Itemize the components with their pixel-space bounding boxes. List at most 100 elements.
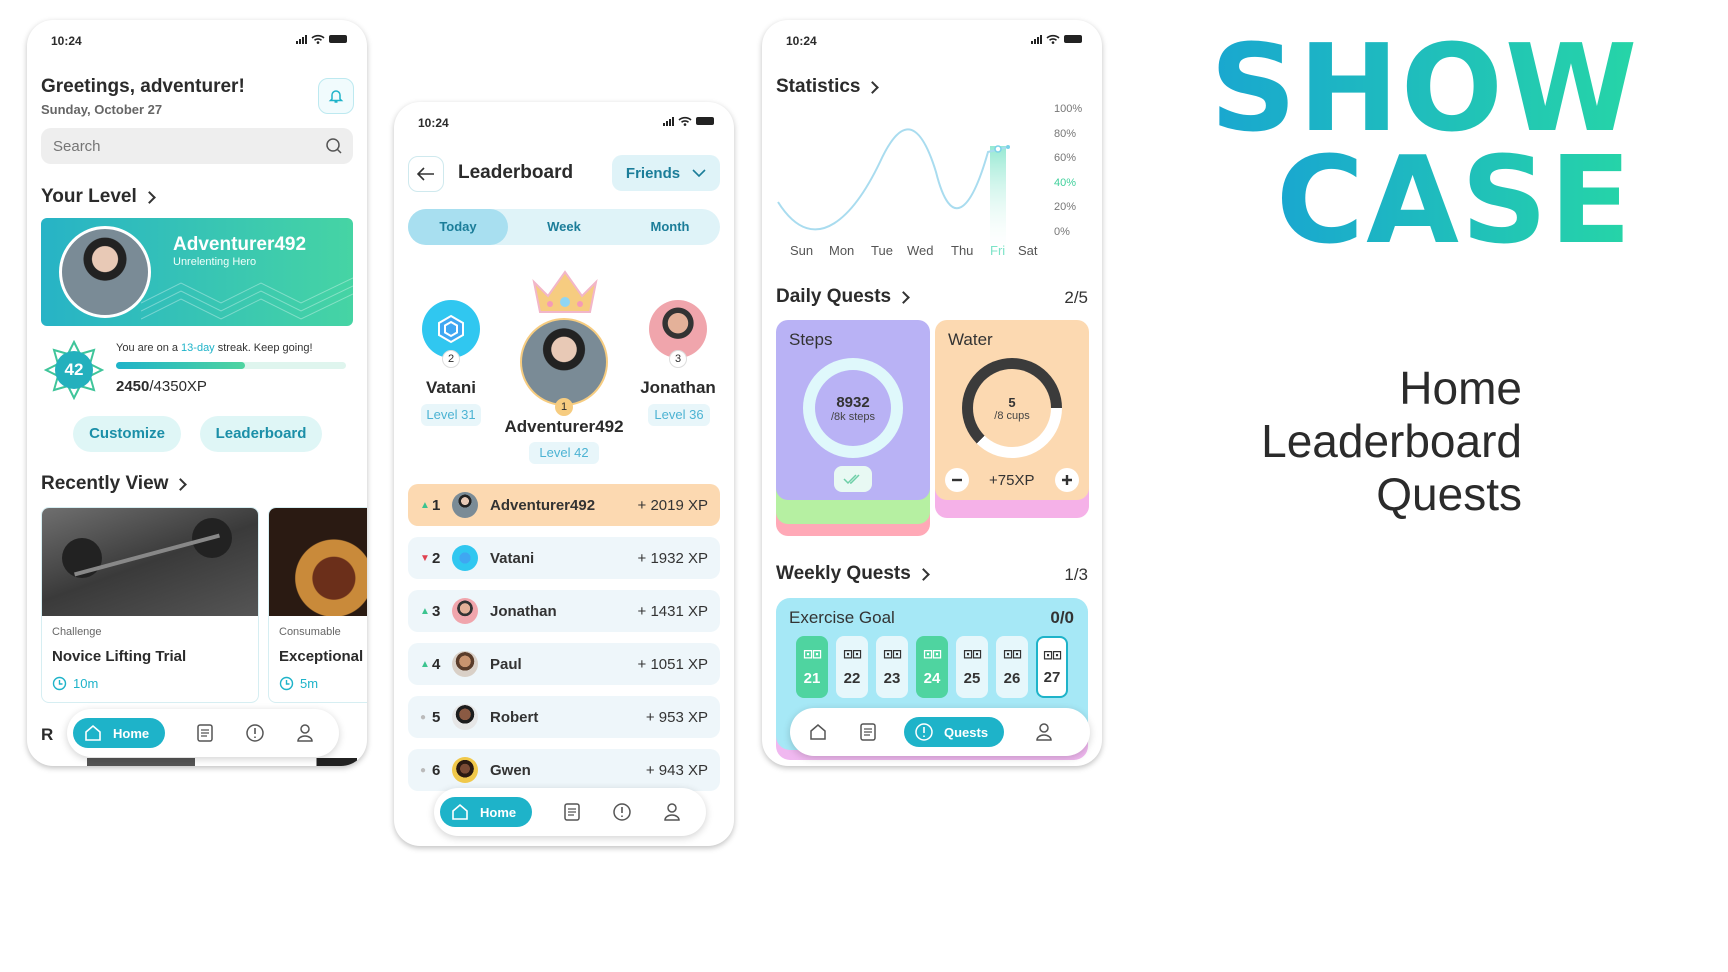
recent-card[interactable]: Consumable Exceptional 5m: [268, 507, 367, 703]
row-rank: 1: [432, 496, 441, 514]
page-title: Leaderboard: [458, 162, 574, 183]
podium-first[interactable]: 1 Adventurer492 Level 42: [500, 266, 628, 466]
day-cell-today[interactable]: ⊡⊡ 27: [1036, 636, 1068, 698]
nav-alerts-tab[interactable]: [608, 798, 636, 826]
search-bar[interactable]: [41, 128, 353, 164]
back-button[interactable]: [408, 156, 444, 192]
statistics-chart: 100% 80% 60% 40% 20% 0% Sun Mon Tue Wed …: [777, 103, 1082, 258]
bottom-nav: Home: [67, 709, 339, 757]
recent-card[interactable]: Challenge Novice Lifting Trial 10m: [41, 507, 259, 703]
day-cell[interactable]: ⊡⊡ 26: [996, 636, 1028, 698]
row-avatar: [452, 598, 478, 624]
daily-quests-count: 2/5: [1064, 288, 1088, 307]
tab-week[interactable]: Week: [508, 209, 620, 245]
level-card[interactable]: Adventurer492 Unrelenting Hero: [41, 218, 353, 326]
day-cell[interactable]: ⊡⊡ 22: [836, 636, 868, 698]
row-avatar: [452, 545, 478, 571]
steps-complete-button[interactable]: [834, 466, 872, 492]
podium-second[interactable]: 2 Vatani Level 31: [408, 300, 494, 430]
streak-days: 13-day: [181, 342, 215, 354]
podium-name: Vatani: [425, 378, 477, 397]
nav-alerts-tab[interactable]: [241, 719, 269, 747]
day-number: 21: [803, 670, 821, 688]
weekly-quests-header[interactable]: Weekly Quests: [776, 563, 930, 585]
row-avatar: [452, 651, 478, 677]
row-rank: 4: [432, 655, 441, 673]
row-xp: + 2019 XP: [637, 496, 708, 514]
nav-profile-tab[interactable]: [658, 798, 686, 826]
minus-icon: [952, 478, 962, 482]
nav-home-tab[interactable]: Home: [73, 718, 166, 748]
x-tick: Mon: [829, 243, 854, 258]
clock-icon: [52, 676, 67, 691]
journal-icon: [564, 803, 580, 821]
dumbbell-icon: ⊡⊡: [962, 646, 982, 661]
battery-icon: [696, 117, 714, 125]
chevron-right-icon: [142, 191, 156, 205]
xp-total: /4350XP: [149, 378, 207, 395]
system-icons: [1031, 34, 1082, 44]
friends-dropdown[interactable]: Friends: [612, 155, 720, 191]
leaderboard-row[interactable]: ▼ 2 Vatani + 1932 XP: [408, 537, 720, 579]
card-title: Exceptional: [279, 648, 364, 665]
day-cell-done[interactable]: ⊡⊡ 21: [796, 636, 828, 698]
statistics-header[interactable]: Statistics: [776, 76, 880, 98]
tab-today[interactable]: Today: [408, 209, 508, 245]
water-ring-inner: 5 /8 cups: [973, 369, 1051, 447]
leaderboard-row[interactable]: ● 5 Robert + 953 XP: [408, 696, 720, 738]
podium-third[interactable]: 3 Jonathan Level 36: [634, 300, 724, 430]
nav-home-tab[interactable]: Home: [440, 797, 533, 827]
journal-icon: [860, 723, 876, 741]
tab-month[interactable]: Month: [620, 209, 720, 245]
water-card[interactable]: Water 5 /8 cups +75XP: [935, 320, 1089, 500]
daily-quests-header[interactable]: Daily Quests: [776, 286, 910, 308]
day-cell-done[interactable]: ⊡⊡ 24: [916, 636, 948, 698]
day-number: 26: [1003, 670, 1021, 688]
status-bar: 10:24: [394, 102, 734, 132]
nav-journal-tab[interactable]: [854, 718, 882, 746]
leaderboard-row[interactable]: ▲ 1 Adventurer492 + 2019 XP: [408, 484, 720, 526]
home-icon: [85, 724, 101, 741]
friends-dropdown-label: Friends: [625, 164, 681, 182]
chevron-down-icon: [692, 169, 706, 177]
customize-button[interactable]: Customize: [73, 416, 181, 452]
duration-text: 10m: [73, 676, 99, 691]
arrow-left-icon: [417, 167, 434, 181]
plus-icon: [1062, 475, 1072, 485]
day-cell[interactable]: ⊡⊡ 23: [876, 636, 908, 698]
row-name: Jonathan: [490, 602, 557, 620]
leaderboard-row[interactable]: ▲ 3 Jonathan + 1431 XP: [408, 590, 720, 632]
nav-home-tab[interactable]: [804, 718, 832, 746]
leaderboard-row[interactable]: ▲ 4 Paul + 1051 XP: [408, 643, 720, 685]
steps-card[interactable]: Steps 8932 /8k steps: [776, 320, 930, 500]
notification-button[interactable]: [318, 78, 354, 114]
showcase-title-line2: CASE: [1276, 132, 1633, 260]
y-tick: 0%: [1054, 226, 1070, 238]
nav-journal-tab[interactable]: [558, 798, 586, 826]
water-label: Water: [948, 330, 993, 349]
nav-profile-tab[interactable]: [291, 719, 319, 747]
day-cell[interactable]: ⊡⊡ 25: [956, 636, 988, 698]
leaderboard-button[interactable]: Leaderboard: [200, 416, 322, 452]
nav-journal-tab[interactable]: [191, 719, 219, 747]
profile-icon: [664, 803, 680, 821]
nav-profile-tab[interactable]: [1030, 718, 1058, 746]
your-level-header[interactable]: Your Level: [41, 186, 156, 208]
search-input[interactable]: [41, 128, 301, 164]
partial-images: [87, 758, 357, 766]
water-decrease-button[interactable]: [945, 468, 969, 492]
lifting-image: [42, 508, 258, 616]
water-increase-button[interactable]: [1055, 468, 1079, 492]
wifi-icon: [678, 116, 692, 126]
row-name: Robert: [490, 708, 539, 726]
card-title: Novice Lifting Trial: [52, 648, 187, 665]
trend-down-icon: ▼: [420, 552, 430, 564]
steps-value: 8932: [836, 393, 870, 411]
rank-badge: 2: [442, 350, 460, 368]
nav-quests-tab[interactable]: Quests: [904, 717, 1005, 747]
recently-view-header[interactable]: Recently View: [41, 473, 188, 495]
bottom-nav: Quests: [790, 708, 1090, 756]
x-tick: Fri: [990, 243, 1005, 258]
leaderboard-row[interactable]: ● 6 Gwen + 943 XP: [408, 749, 720, 791]
showcase-title: SHOW CASE: [1190, 20, 1728, 260]
